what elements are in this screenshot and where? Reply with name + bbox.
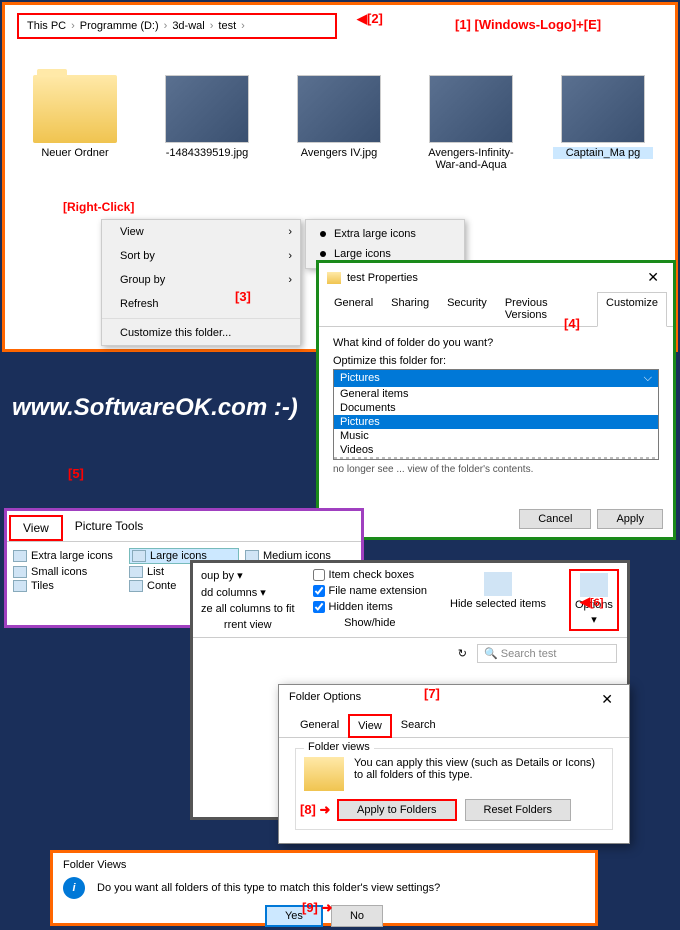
- combo-option[interactable]: Music: [334, 429, 658, 443]
- layout-small[interactable]: Small icons: [13, 566, 123, 578]
- optimize-dropdown[interactable]: Pictures⌵ General items Documents Pictur…: [333, 369, 659, 460]
- menu-item-groupby[interactable]: Group by›: [102, 268, 300, 292]
- combo-option[interactable]: General items: [334, 387, 658, 401]
- menu-item-sortby[interactable]: Sort by›: [102, 244, 300, 268]
- info-icon: i: [63, 877, 85, 899]
- combo-option[interactable]: Pictures: [334, 415, 658, 429]
- check-hidden[interactable]: Hidden items: [313, 601, 427, 613]
- combo-option[interactable]: Videos: [334, 443, 658, 457]
- annotation-7: [7]: [424, 686, 440, 701]
- props-optimize-label: Optimize this folder for:: [333, 355, 659, 367]
- folder-view-desc: You can apply this view (such as Details…: [354, 757, 604, 791]
- folder-icon: [327, 272, 341, 284]
- file-item[interactable]: Avengers-Infinity-War-and-Aqua: [421, 75, 521, 171]
- group-label: Folder views: [304, 741, 374, 753]
- check-itemboxes[interactable]: Item check boxes: [313, 569, 427, 581]
- layout-tiles[interactable]: Tiles: [13, 580, 123, 592]
- annotation-5: [5]: [68, 466, 84, 481]
- cancel-button[interactable]: Cancel: [519, 509, 591, 529]
- menu-item-customize[interactable]: Customize this folder...: [102, 321, 300, 345]
- confirm-message: Do you want all folders of this type to …: [97, 882, 440, 894]
- layout-xlarge[interactable]: Extra large icons: [13, 548, 123, 564]
- folder-icon: [33, 75, 117, 143]
- ribbon-tab-picturetools[interactable]: Picture Tools: [63, 515, 155, 541]
- close-button[interactable]: ✕: [595, 691, 619, 708]
- image-icon: [561, 75, 645, 143]
- submenu-xlarge[interactable]: Extra large icons: [306, 224, 464, 244]
- props-hint: no longer see ... view of the folder's c…: [333, 464, 659, 475]
- refresh-icon[interactable]: ↻: [458, 647, 467, 660]
- breadcrumb-item[interactable]: Programme (D:): [76, 18, 163, 34]
- breadcrumb-item[interactable]: test: [214, 18, 240, 34]
- hide-selected-button[interactable]: Hide selected items: [445, 569, 551, 631]
- annotation-8: [8] ➜: [300, 802, 330, 818]
- image-icon: [429, 75, 513, 143]
- annotation-3: [3]: [235, 289, 251, 304]
- currentview-group: oup by ▾ dd columns ▾ ze all columns to …: [201, 569, 295, 631]
- no-button[interactable]: No: [331, 905, 383, 927]
- watermark: www.SoftwareOK.com :-): [12, 394, 298, 422]
- folder-item[interactable]: Neuer Ordner: [25, 75, 125, 171]
- folder-view-icon: [304, 757, 344, 791]
- tab-sharing[interactable]: Sharing: [382, 292, 438, 326]
- check-filenameext[interactable]: File name extension: [313, 585, 427, 597]
- tab-customize[interactable]: Customize: [597, 292, 667, 327]
- chevron-down-icon: ▾: [591, 613, 597, 626]
- address-bar[interactable]: This PC› Programme (D:)› 3d-wal› test›: [17, 13, 337, 39]
- dialog-title: Folder Options: [289, 691, 361, 708]
- annotation-1: [1] [Windows-Logo]+[E]: [455, 17, 601, 32]
- annotation-9: [9] ➜: [302, 900, 332, 916]
- ribbon-tab-view[interactable]: View: [9, 515, 63, 541]
- tab-view[interactable]: View: [348, 714, 392, 738]
- file-grid: Neuer Ordner -1484339519.jpg Avengers IV…: [25, 75, 675, 171]
- context-menu: View› Sort by› Group by› Refresh Customi…: [101, 219, 301, 346]
- combo-option[interactable]: Documents: [334, 401, 658, 415]
- showhide-group: Item check boxes File name extension Hid…: [313, 569, 427, 631]
- image-icon: [297, 75, 381, 143]
- reset-folders-button[interactable]: Reset Folders: [465, 799, 571, 821]
- search-input[interactable]: 🔍 Search test: [477, 644, 617, 663]
- breadcrumb-item[interactable]: 3d-wal: [168, 18, 208, 34]
- file-item[interactable]: Avengers IV.jpg: [289, 75, 389, 171]
- annotation-4: [4]: [564, 316, 580, 331]
- tab-search[interactable]: Search: [392, 714, 445, 737]
- dialog-title: test Properties: [347, 272, 418, 284]
- properties-tabs: General Sharing Security Previous Versio…: [319, 292, 673, 327]
- annotation-rightclick: [Right-Click]: [63, 200, 134, 214]
- file-item[interactable]: -1484339519.jpg: [157, 75, 257, 171]
- props-question: What kind of folder do you want?: [333, 337, 659, 349]
- breadcrumb-item[interactable]: This PC: [23, 18, 70, 34]
- tab-general[interactable]: General: [291, 714, 348, 737]
- close-button[interactable]: ✕: [641, 269, 665, 286]
- annotation-2: ◀[2]: [357, 11, 383, 27]
- menu-item-view[interactable]: View›: [102, 220, 300, 244]
- properties-dialog: test Properties ✕ General Sharing Securi…: [316, 260, 676, 540]
- apply-button[interactable]: Apply: [597, 509, 663, 529]
- folder-options-dialog: Folder Options ✕ General View Search Fold…: [278, 684, 630, 844]
- menu-item-refresh[interactable]: Refresh: [102, 292, 300, 316]
- file-item[interactable]: Captain_Ma pg: [553, 75, 653, 171]
- chevron-down-icon: ⌵: [644, 372, 652, 385]
- tab-general[interactable]: General: [325, 292, 382, 326]
- image-icon: [165, 75, 249, 143]
- tab-security[interactable]: Security: [438, 292, 496, 326]
- annotation-6: ◀[6]: [580, 594, 603, 610]
- hide-icon: [484, 572, 512, 596]
- dialog-title: Folder Views: [63, 859, 585, 871]
- apply-to-folders-button[interactable]: Apply to Folders: [337, 799, 456, 821]
- tab-previous[interactable]: Previous Versions: [496, 292, 597, 326]
